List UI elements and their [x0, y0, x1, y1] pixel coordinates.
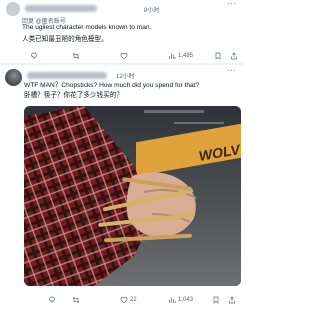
- post-time[interactable]: 12小时: [116, 71, 135, 80]
- action-bar: 22 1,043: [22, 295, 242, 305]
- post-media-image[interactable]: WOLV: [24, 106, 241, 286]
- reply-button[interactable]: [48, 295, 56, 305]
- share-icon: [229, 296, 235, 304]
- more-icon[interactable]: ···: [227, 67, 237, 75]
- blurred-username[interactable]: [27, 72, 107, 79]
- bookmark-icon: [213, 296, 219, 304]
- views-icon: [169, 297, 176, 303]
- post-text-en: WTF MAN？Chopsticks? How much did you spe…: [24, 82, 200, 89]
- like-icon: [120, 296, 128, 304]
- share-button[interactable]: [228, 295, 236, 305]
- photo-hand-chopsticks: WOLV: [24, 106, 241, 286]
- like-count: 22: [130, 297, 137, 303]
- bookmark-button[interactable]: [212, 295, 220, 305]
- like-button[interactable]: 22: [120, 295, 137, 305]
- post-text-zh: 卧槽？筷子？你花了多少钱买的？: [24, 92, 123, 99]
- views-count: 1,043: [178, 297, 194, 303]
- views-button[interactable]: 1,043: [168, 295, 193, 305]
- avatar[interactable]: [5, 69, 22, 86]
- retweet-icon: [72, 297, 80, 303]
- post-reply[interactable]: 12小时 ··· WTF MAN？Chopsticks? How much di…: [0, 0, 244, 304]
- retweet-button[interactable]: [72, 295, 80, 305]
- reply-icon: [49, 296, 55, 303]
